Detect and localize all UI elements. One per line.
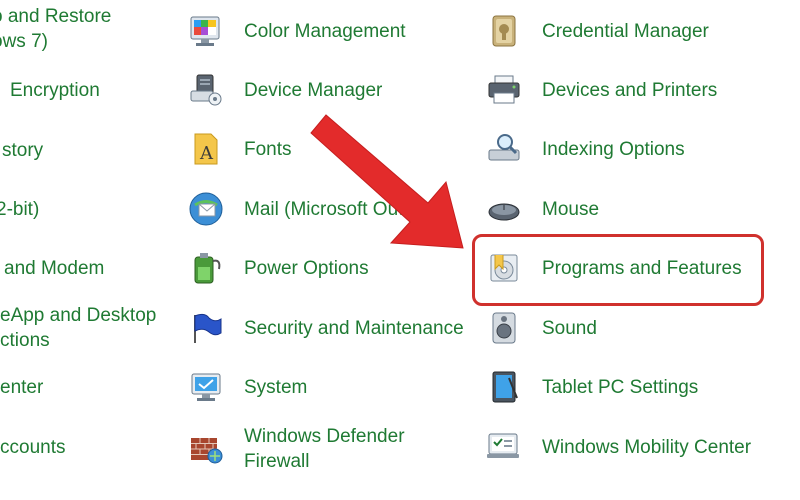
red-arrow-annotation bbox=[310, 114, 464, 249]
